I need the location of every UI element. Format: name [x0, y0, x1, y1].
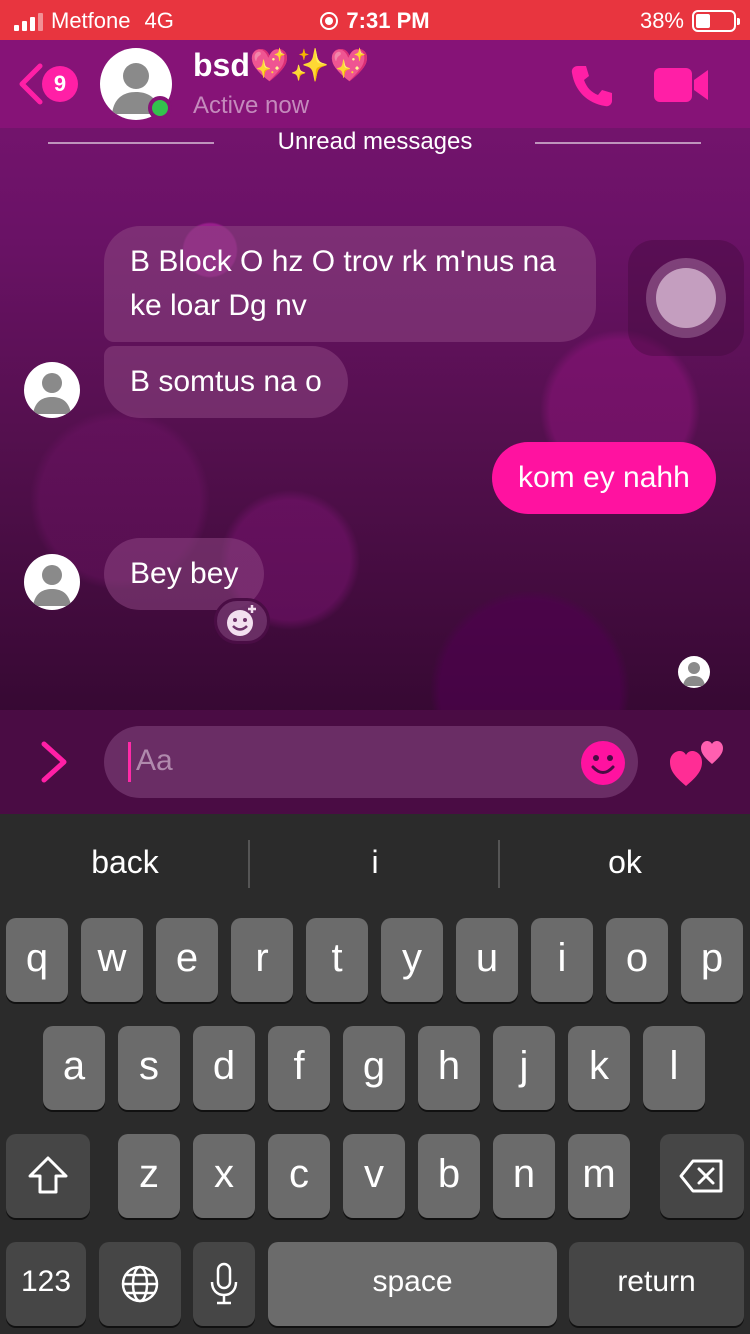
message-bubble-incoming[interactable]: B somtus na o	[104, 346, 348, 418]
key-y[interactable]: y	[381, 918, 443, 1002]
dictation-key[interactable]	[193, 1242, 255, 1326]
avatar-icon	[33, 373, 71, 414]
key-h[interactable]: h	[418, 1026, 480, 1110]
microphone-icon	[210, 1262, 238, 1305]
keyboard: back i ok q w e r t y u i o p a s d f g …	[0, 814, 750, 1334]
key-i[interactable]: i	[531, 918, 593, 1002]
key-n[interactable]: n	[493, 1134, 555, 1218]
chat-header: 9 bsd💖✨💖 Active now	[0, 40, 750, 128]
numbers-key[interactable]: 123	[6, 1242, 86, 1326]
key-a[interactable]: a	[43, 1026, 105, 1110]
key-z[interactable]: z	[118, 1134, 180, 1218]
assistive-touch-button[interactable]	[628, 240, 744, 356]
shift-key[interactable]	[6, 1134, 90, 1218]
presence-status: Active now	[193, 92, 310, 119]
contact-name[interactable]: bsd💖✨💖	[193, 46, 369, 84]
backspace-key[interactable]	[660, 1134, 744, 1218]
video-call-button[interactable]	[652, 64, 710, 106]
video-camera-icon	[654, 68, 708, 102]
key-j[interactable]: j	[493, 1026, 555, 1110]
suggestion-item[interactable]: i	[250, 844, 500, 881]
hearts-icon	[670, 741, 723, 786]
avatar-icon	[683, 662, 705, 686]
send-hearts-button[interactable]	[670, 740, 724, 790]
key-l[interactable]: l	[643, 1026, 705, 1110]
status-time: 7:31 PM	[346, 8, 430, 33]
status-bar: Metfone 4G 7:31 PM 38%	[0, 0, 750, 40]
key-t[interactable]: t	[306, 918, 368, 1002]
add-reaction-button[interactable]	[214, 598, 270, 644]
message-bubble-incoming[interactable]: B Block O hz O trov rk m'nus na ke loar …	[104, 226, 596, 342]
key-r[interactable]: r	[231, 918, 293, 1002]
voice-call-button[interactable]	[568, 62, 616, 110]
key-u[interactable]: u	[456, 918, 518, 1002]
record-icon	[320, 12, 339, 30]
battery-icon	[692, 10, 740, 32]
avatar-icon	[33, 565, 71, 606]
message-input[interactable]: Aa	[104, 726, 638, 798]
key-b[interactable]: b	[418, 1134, 480, 1218]
key-m[interactable]: m	[568, 1134, 630, 1218]
suggestion-item[interactable]: back	[0, 844, 250, 881]
return-key[interactable]: return	[569, 1242, 744, 1326]
divider-line-right	[535, 142, 701, 144]
read-receipt-avatar	[678, 656, 710, 688]
backspace-icon	[679, 1159, 723, 1193]
chevron-right-icon	[41, 741, 67, 783]
expand-actions-button[interactable]	[36, 740, 72, 784]
key-x[interactable]: x	[193, 1134, 255, 1218]
globe-key[interactable]	[99, 1242, 181, 1326]
sender-avatar[interactable]	[24, 554, 80, 610]
sender-avatar[interactable]	[24, 362, 80, 418]
key-e[interactable]: e	[156, 918, 218, 1002]
status-right: 38%	[639, 8, 740, 34]
key-v[interactable]: v	[343, 1134, 405, 1218]
online-status-dot	[148, 96, 172, 120]
message-bubble-outgoing[interactable]: kom ey nahh	[492, 442, 716, 514]
add-reaction-icon	[227, 605, 256, 636]
key-w[interactable]: w	[81, 918, 143, 1002]
key-s[interactable]: s	[118, 1026, 180, 1110]
suggestion-item[interactable]: ok	[500, 844, 750, 881]
suggestion-bar: back i ok	[0, 814, 750, 914]
key-g[interactable]: g	[343, 1026, 405, 1110]
key-c[interactable]: c	[268, 1134, 330, 1218]
key-d[interactable]: d	[193, 1026, 255, 1110]
battery-fill	[696, 14, 710, 28]
key-k[interactable]: k	[568, 1026, 630, 1110]
key-q[interactable]: q	[6, 918, 68, 1002]
shift-icon	[28, 1156, 68, 1194]
battery-percent: 38%	[639, 8, 684, 33]
key-f[interactable]: f	[268, 1026, 330, 1110]
assistive-touch-center	[656, 268, 716, 328]
message-input-placeholder: Aa	[136, 744, 173, 777]
message-composer: Aa	[0, 710, 750, 814]
status-time-wrap: 7:31 PM	[0, 8, 750, 34]
back-button[interactable]: 9	[16, 62, 86, 106]
globe-icon	[121, 1265, 159, 1303]
emoji-button[interactable]	[580, 740, 626, 786]
phone-icon	[571, 66, 612, 107]
key-p[interactable]: p	[681, 918, 743, 1002]
unread-divider: Unread messages	[0, 128, 750, 158]
key-o[interactable]: o	[606, 918, 668, 1002]
space-key[interactable]: space	[268, 1242, 557, 1326]
unread-count-badge: 9	[42, 66, 78, 102]
text-caret	[128, 742, 131, 782]
emoji-icon	[581, 741, 625, 785]
